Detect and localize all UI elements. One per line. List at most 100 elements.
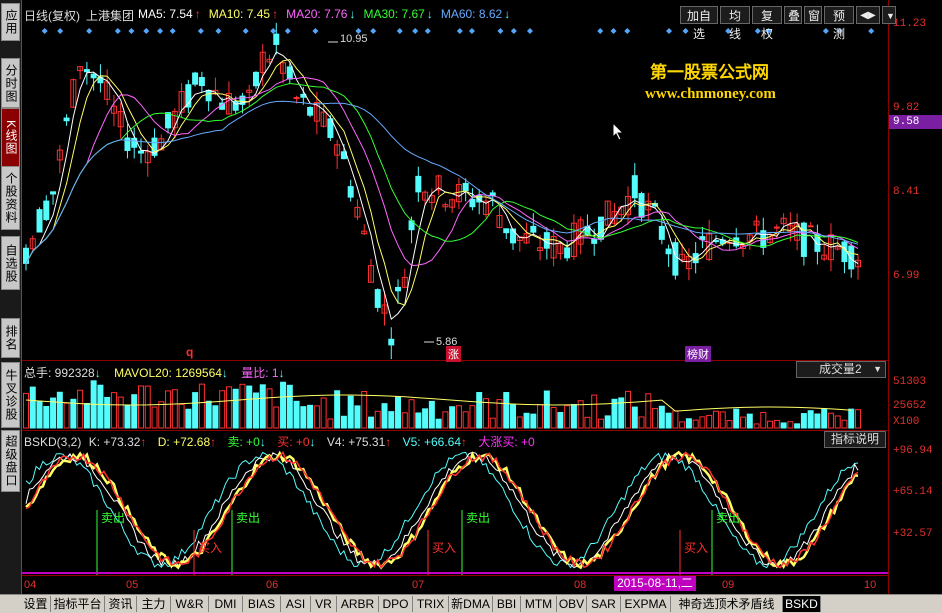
volume-bar [110, 392, 117, 429]
diamond-icon [128, 28, 135, 34]
volume-bar [124, 404, 131, 429]
indicator-tab[interactable]: MTM [521, 596, 557, 612]
bangcai-marker: 榜财 [685, 346, 711, 362]
diamond-icon [41, 28, 48, 34]
stock-name: 上港集团 [86, 9, 135, 23]
indicator-tab[interactable]: SAR [587, 596, 621, 612]
volume-bar [171, 389, 178, 429]
sidebar-item[interactable]: 排名 [1, 318, 20, 358]
volume-indicator-dropdown[interactable]: 成交量2 ▼ [796, 361, 886, 378]
volume-mavol: MAVOL20: 1269564 [114, 366, 222, 380]
indicator-explain-button[interactable]: 指标说明 [824, 431, 886, 448]
toolbar-button[interactable]: 叠 [784, 6, 802, 24]
buy-signal-label: 买入 [432, 541, 456, 555]
candle-body [165, 112, 172, 129]
volume-bar [225, 386, 232, 429]
candle-body [137, 150, 144, 154]
buy-signal-label: 买入 [684, 541, 708, 555]
candle-body [252, 71, 259, 87]
volume-bar [340, 415, 347, 429]
sidebar-item[interactable]: 超级盘口 [1, 430, 20, 492]
indicator-tab[interactable]: ASI [281, 596, 311, 612]
ma-legend-item: MA10: 7.45 [208, 7, 271, 21]
diamond-icon [215, 28, 222, 34]
menu-dropdown-icon[interactable]: ▼ [882, 6, 896, 24]
date-axis-label: 05 [126, 579, 138, 591]
indicator-tab[interactable]: TRIX [413, 596, 449, 612]
indicator-tab[interactable]: EXPMA [621, 596, 671, 612]
volume-bar [347, 395, 354, 429]
sidebar-item[interactable]: K线图 [1, 108, 20, 168]
volume-bar [712, 410, 719, 429]
arrow-up-icon: ↑ [194, 7, 201, 21]
indicator-tab[interactable]: OBV [557, 596, 587, 612]
ma30-line [25, 82, 859, 264]
sidebar-item[interactable]: 自选股 [1, 236, 20, 290]
candle-body [469, 198, 476, 208]
indicator-tab[interactable]: 资讯 [105, 596, 137, 612]
diamond-icon [312, 28, 319, 34]
toolbar-button[interactable]: 预测 [824, 6, 854, 41]
price-axis-label: 8.41 [893, 186, 920, 198]
volume-axis-label: X100 [893, 416, 920, 428]
indicator-tab[interactable]: VR [311, 596, 337, 612]
volume-bar [266, 388, 273, 429]
arrow-down-icon: ↓ [504, 7, 511, 21]
volume-bar [401, 412, 408, 429]
diamond-icon [114, 28, 121, 34]
toolbar-button[interactable]: 均线 [720, 6, 750, 41]
volume-bar [212, 405, 219, 429]
arrow-up-icon: ↑ [461, 435, 468, 449]
indicator-tab[interactable]: 神奇选顶术矛盾线 [671, 596, 783, 612]
toolbar-button[interactable]: 加自选 [680, 6, 718, 41]
indicator-tab[interactable]: W&R [171, 596, 209, 612]
volume-bar [604, 415, 611, 429]
volume-bar [381, 403, 388, 429]
volume-bar [408, 399, 415, 429]
volume-bar [597, 418, 604, 429]
volume-bar [760, 411, 767, 429]
diamond-icon [169, 28, 176, 34]
indicator-tab[interactable]: 主力 [137, 596, 171, 612]
indicator-sell: 卖: +0 [227, 435, 260, 449]
diamond-icon [497, 28, 504, 34]
volume-bar [192, 392, 199, 429]
candle-body [462, 182, 469, 192]
indicator-tab[interactable]: DMI [209, 596, 243, 612]
ma-legend-item: MA60: 8.62 [440, 7, 503, 21]
volume-bar [746, 413, 753, 429]
volume-bar [435, 418, 442, 429]
indicator-tab-bar: 设置 指标平台 资讯 主力 W&R DMI BIAS ASI VR ARBR DPO TRIX 新DMA… [0, 594, 942, 613]
indicator-tab[interactable]: DPO [379, 596, 413, 612]
diamond-icon [86, 28, 93, 34]
indicator-tab[interactable]: 设置 [21, 596, 51, 612]
toolbar-button[interactable]: 复权 [752, 6, 782, 41]
indicator-tab[interactable]: BSKD [783, 596, 821, 612]
indicator-tab[interactable]: BBI [493, 596, 521, 612]
indicator-tab[interactable]: BIAS [243, 596, 281, 612]
sidebar-item[interactable]: 个股资料 [1, 166, 20, 230]
high-price-label: 10.95 [340, 33, 368, 45]
volume-header: 总手: 992328↓ MAVOL20: 1269564↓ 量比: 1↓ [24, 364, 285, 381]
diamond-icon [412, 28, 419, 34]
sidebar-item[interactable]: 牛叉诊股 [1, 362, 20, 428]
toolbar-button[interactable]: 窗 [804, 6, 822, 24]
volume-bar [489, 417, 496, 429]
price-axis-label: 6.99 [893, 270, 920, 282]
indicator-tab[interactable]: 新DMA [449, 596, 493, 612]
candle-body [83, 69, 90, 73]
candle-body [510, 228, 517, 244]
candle-body [205, 89, 212, 102]
volume-bar [692, 419, 699, 429]
sidebar-item[interactable]: 分时图 [1, 58, 20, 108]
volume-bar [104, 396, 111, 429]
candle-body [307, 106, 314, 116]
diamond-icon [526, 28, 533, 34]
chart-type-label[interactable]: 日线(复权) [24, 7, 80, 24]
volume-bar [510, 403, 517, 429]
indicator-tab[interactable]: 指标平台 [51, 596, 105, 612]
scroll-arrows-icon[interactable]: ◀▶ [856, 6, 880, 24]
candle-body [198, 77, 205, 87]
indicator-tab[interactable]: ARBR [337, 596, 379, 612]
sidebar-item[interactable]: 应用 [1, 3, 20, 41]
